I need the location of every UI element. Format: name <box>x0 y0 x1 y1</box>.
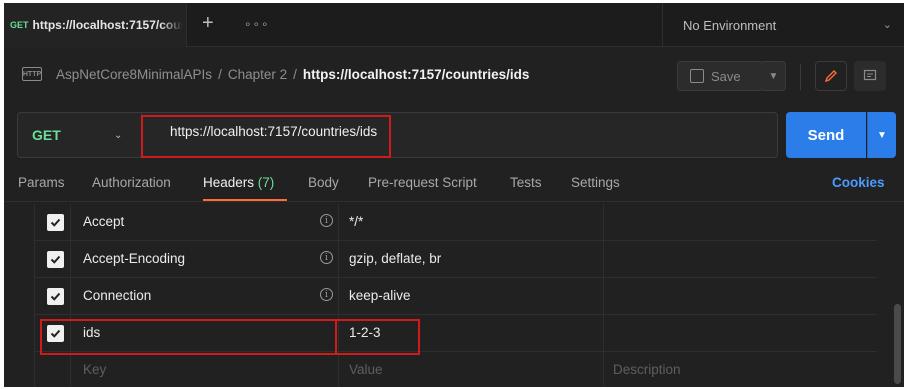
send-button[interactable]: Send <box>786 112 866 158</box>
header-value[interactable]: 1-2-3 <box>349 325 381 340</box>
header-key[interactable]: ids <box>83 325 100 340</box>
save-options-button[interactable]: ▼ <box>762 61 786 91</box>
method-select[interactable]: GET <box>32 127 61 143</box>
table-row: ids 1-2-3 <box>35 315 877 352</box>
edit-button[interactable] <box>815 61 847 91</box>
checkmark-icon <box>50 329 61 338</box>
table-row: Accept-Encoding i gzip, deflate, br <box>35 241 877 278</box>
chevron-down-icon: ⌄ <box>882 19 892 31</box>
header-key[interactable]: Accept-Encoding <box>83 251 185 266</box>
breadcrumb-row: HTTP AspNetCore8MinimalAPIs / Chapter 2/ht… <box>4 48 904 104</box>
header-value[interactable]: gzip, deflate, br <box>349 251 441 266</box>
chevron-down-icon: ▼ <box>877 129 887 141</box>
more-tabs-icon[interactable]: ∘∘∘ <box>244 17 270 31</box>
environment-label: No Environment <box>683 17 777 33</box>
info-icon[interactable]: i <box>320 214 333 227</box>
headers-count: (7) <box>257 175 275 190</box>
tab-settings[interactable]: Settings <box>571 175 620 190</box>
checkmark-icon <box>50 255 61 264</box>
comments-button[interactable] <box>854 61 886 91</box>
environment-selector[interactable]: No Environment ⌄ <box>662 3 904 47</box>
checkmark-icon <box>50 292 61 301</box>
breadcrumb-folder[interactable]: Chapter 2 <box>228 67 287 82</box>
url-input[interactable] <box>170 124 750 139</box>
header-value[interactable]: */* <box>349 214 363 229</box>
info-icon[interactable]: i <box>320 251 333 264</box>
postman-window: GET https://localhost:7157/countries/ids… <box>4 3 904 387</box>
save-label: Save <box>711 68 741 84</box>
breadcrumb-request[interactable]: https://localhost:7157/countries/ids <box>303 67 530 82</box>
cookies-link[interactable]: Cookies <box>832 175 885 190</box>
save-button[interactable]: Save <box>677 61 763 91</box>
header-checkbox[interactable] <box>47 325 64 342</box>
tab-tests[interactable]: Tests <box>510 175 542 190</box>
new-tab-icon[interactable]: + <box>202 13 214 33</box>
table-row: Accept i */* <box>35 204 877 241</box>
save-icon <box>690 69 704 83</box>
header-key[interactable]: Accept <box>83 214 124 229</box>
breadcrumb-collection[interactable]: AspNetCore8MinimalAPIs <box>56 67 212 82</box>
tab-body[interactable]: Body <box>308 175 339 190</box>
tab-authorization[interactable]: Authorization <box>92 175 171 190</box>
tab-title: https://localhost:7157/countries/ids <box>32 18 183 32</box>
header-key[interactable]: Connection <box>83 288 151 303</box>
tab-headers[interactable]: Headers (7) <box>203 175 274 190</box>
tab-method: GET <box>10 20 29 30</box>
header-checkbox[interactable] <box>47 214 64 231</box>
active-tab-indicator <box>203 199 287 201</box>
request-tab[interactable]: GET https://localhost:7157/countries/ids <box>4 3 187 47</box>
divider <box>141 113 142 157</box>
scrollbar-thumb[interactable] <box>894 304 901 384</box>
request-bar: GET ⌄ <box>17 112 778 158</box>
chevron-down-icon[interactable]: ⌄ <box>114 130 122 141</box>
chevron-down-icon: ▼ <box>768 70 779 82</box>
breadcrumb: AspNetCore8MinimalAPIs / Chapter 2/https:/… <box>56 67 530 82</box>
http-icon: HTTP <box>22 67 42 81</box>
header-checkbox[interactable] <box>47 251 64 268</box>
headers-table: Accept i */* Accept-Encoding i gzip, def… <box>34 204 877 387</box>
checkmark-icon <box>50 218 61 227</box>
info-icon[interactable]: i <box>320 288 333 301</box>
table-row-placeholder: Key Value Description <box>35 352 877 387</box>
header-checkbox[interactable] <box>47 288 64 305</box>
pencil-icon <box>824 70 837 83</box>
scrollbar[interactable] <box>893 204 902 387</box>
comment-icon <box>863 69 877 81</box>
tab-params[interactable]: Params <box>18 175 65 190</box>
table-row: Connection i keep-alive <box>35 278 877 315</box>
divider <box>800 64 801 90</box>
key-placeholder[interactable]: Key <box>83 362 106 377</box>
description-placeholder[interactable]: Description <box>613 362 681 377</box>
request-tabs: Params Authorization Headers (7) Body Pr… <box>4 168 904 202</box>
tab-bar: GET https://localhost:7157/countries/ids… <box>4 3 904 47</box>
header-value[interactable]: keep-alive <box>349 288 411 303</box>
tab-pre-request-script[interactable]: Pre-request Script <box>368 175 477 190</box>
value-placeholder[interactable]: Value <box>349 362 383 377</box>
send-options-button[interactable]: ▼ <box>867 112 896 158</box>
